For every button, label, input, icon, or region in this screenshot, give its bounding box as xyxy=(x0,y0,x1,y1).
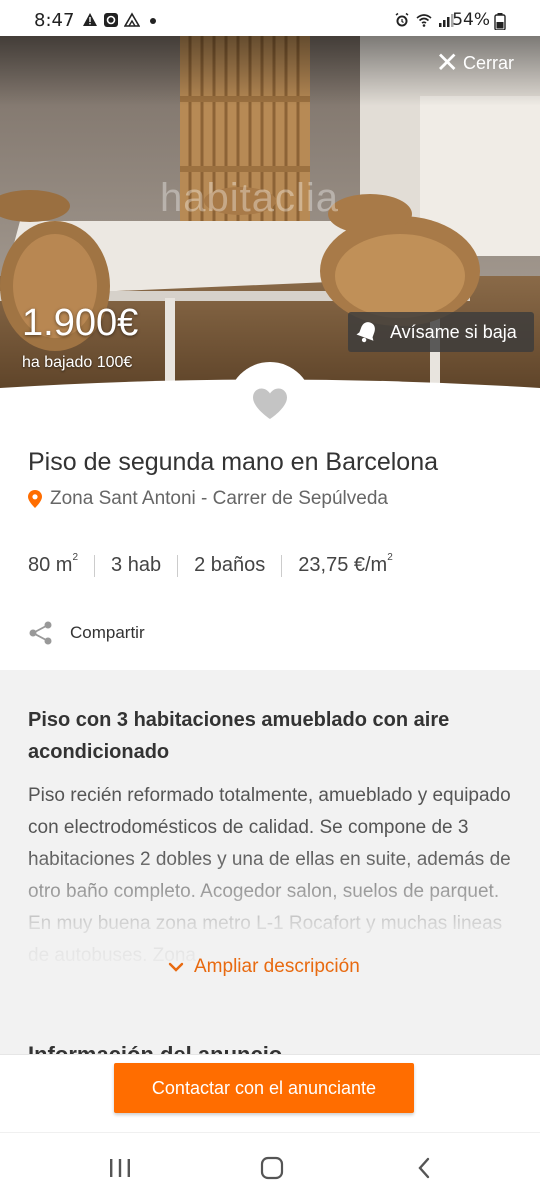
warning-icon xyxy=(83,13,97,26)
feature-baths: 2 baños xyxy=(194,554,266,576)
share-label: Compartir xyxy=(70,623,145,642)
heart-icon xyxy=(253,388,287,419)
description-title: Piso con 3 habitaciones amueblado con ai… xyxy=(28,709,450,763)
location-text: Zona Sant Antoni - Carrer de Sepúlveda xyxy=(50,488,388,509)
status-bar: 8:47 54% xyxy=(0,0,540,40)
feature-separator xyxy=(177,554,179,577)
system-nav-bar xyxy=(0,1132,540,1200)
status-time: 8:47 xyxy=(34,10,75,31)
expand-description-label: Ampliar descripción xyxy=(194,956,360,977)
feature-rooms: 3 hab xyxy=(111,554,162,576)
close-label: Cerrar xyxy=(462,52,514,73)
close-button[interactable]: ✕ Cerrar xyxy=(435,47,514,78)
listing-title: Piso de segunda mano en Barcelona xyxy=(28,448,439,476)
listing-price: 1.900€ xyxy=(22,302,139,344)
expand-description-button[interactable]: Ampliar descripción xyxy=(168,956,360,978)
contact-advertiser-button[interactable]: Contactar con el anunciante xyxy=(114,1063,414,1113)
home-icon xyxy=(260,1156,284,1180)
share-button[interactable]: Compartir xyxy=(28,620,145,646)
hero-photo[interactable]: ✕ Cerrar habitaclia 1.900€ ha bajado 100… xyxy=(0,36,540,402)
listing-location[interactable]: Zona Sant Antoni - Carrer de Sepúlveda xyxy=(28,488,388,510)
photo-watermark: habitaclia xyxy=(160,176,340,220)
price-alert-label: Avísame si baja xyxy=(390,321,517,342)
share-icon xyxy=(29,621,52,645)
contact-bar: Contactar con el anunciante xyxy=(0,1054,540,1132)
location-pin-icon xyxy=(28,490,42,508)
battery-icon xyxy=(494,13,506,30)
feature-separator xyxy=(281,554,283,577)
battery-percent: 54% xyxy=(452,10,490,30)
back-button[interactable] xyxy=(404,1153,444,1183)
alarm-icon xyxy=(395,12,409,27)
home-button[interactable] xyxy=(252,1153,292,1183)
bell-icon xyxy=(356,322,375,343)
chevron-down-icon xyxy=(168,962,184,972)
feature-price-per-m2: 23,75 €/m2 xyxy=(298,552,393,576)
feature-area: 80 m2 xyxy=(28,552,79,576)
recent-apps-button[interactable] xyxy=(100,1153,140,1183)
drive-icon xyxy=(124,12,140,27)
price-alert-button[interactable]: Avísame si baja xyxy=(348,312,534,352)
recent-apps-icon xyxy=(110,1159,130,1177)
description-section: Piso con 3 habitaciones amueblado con ai… xyxy=(0,670,540,1070)
price-drop-note: ha bajado 100€ xyxy=(22,354,133,371)
listing-features: 80 m2 3 hab 2 baños 23,75 €/m2 xyxy=(28,552,393,577)
wifi-icon xyxy=(416,14,432,27)
close-icon: ✕ xyxy=(435,47,459,78)
favorite-button[interactable] xyxy=(228,362,312,446)
app-icon xyxy=(104,13,118,27)
feature-separator xyxy=(94,554,96,577)
dot-icon xyxy=(150,18,156,24)
status-right-icons xyxy=(394,12,454,28)
back-icon xyxy=(418,1157,430,1179)
status-left-icons xyxy=(82,12,161,28)
